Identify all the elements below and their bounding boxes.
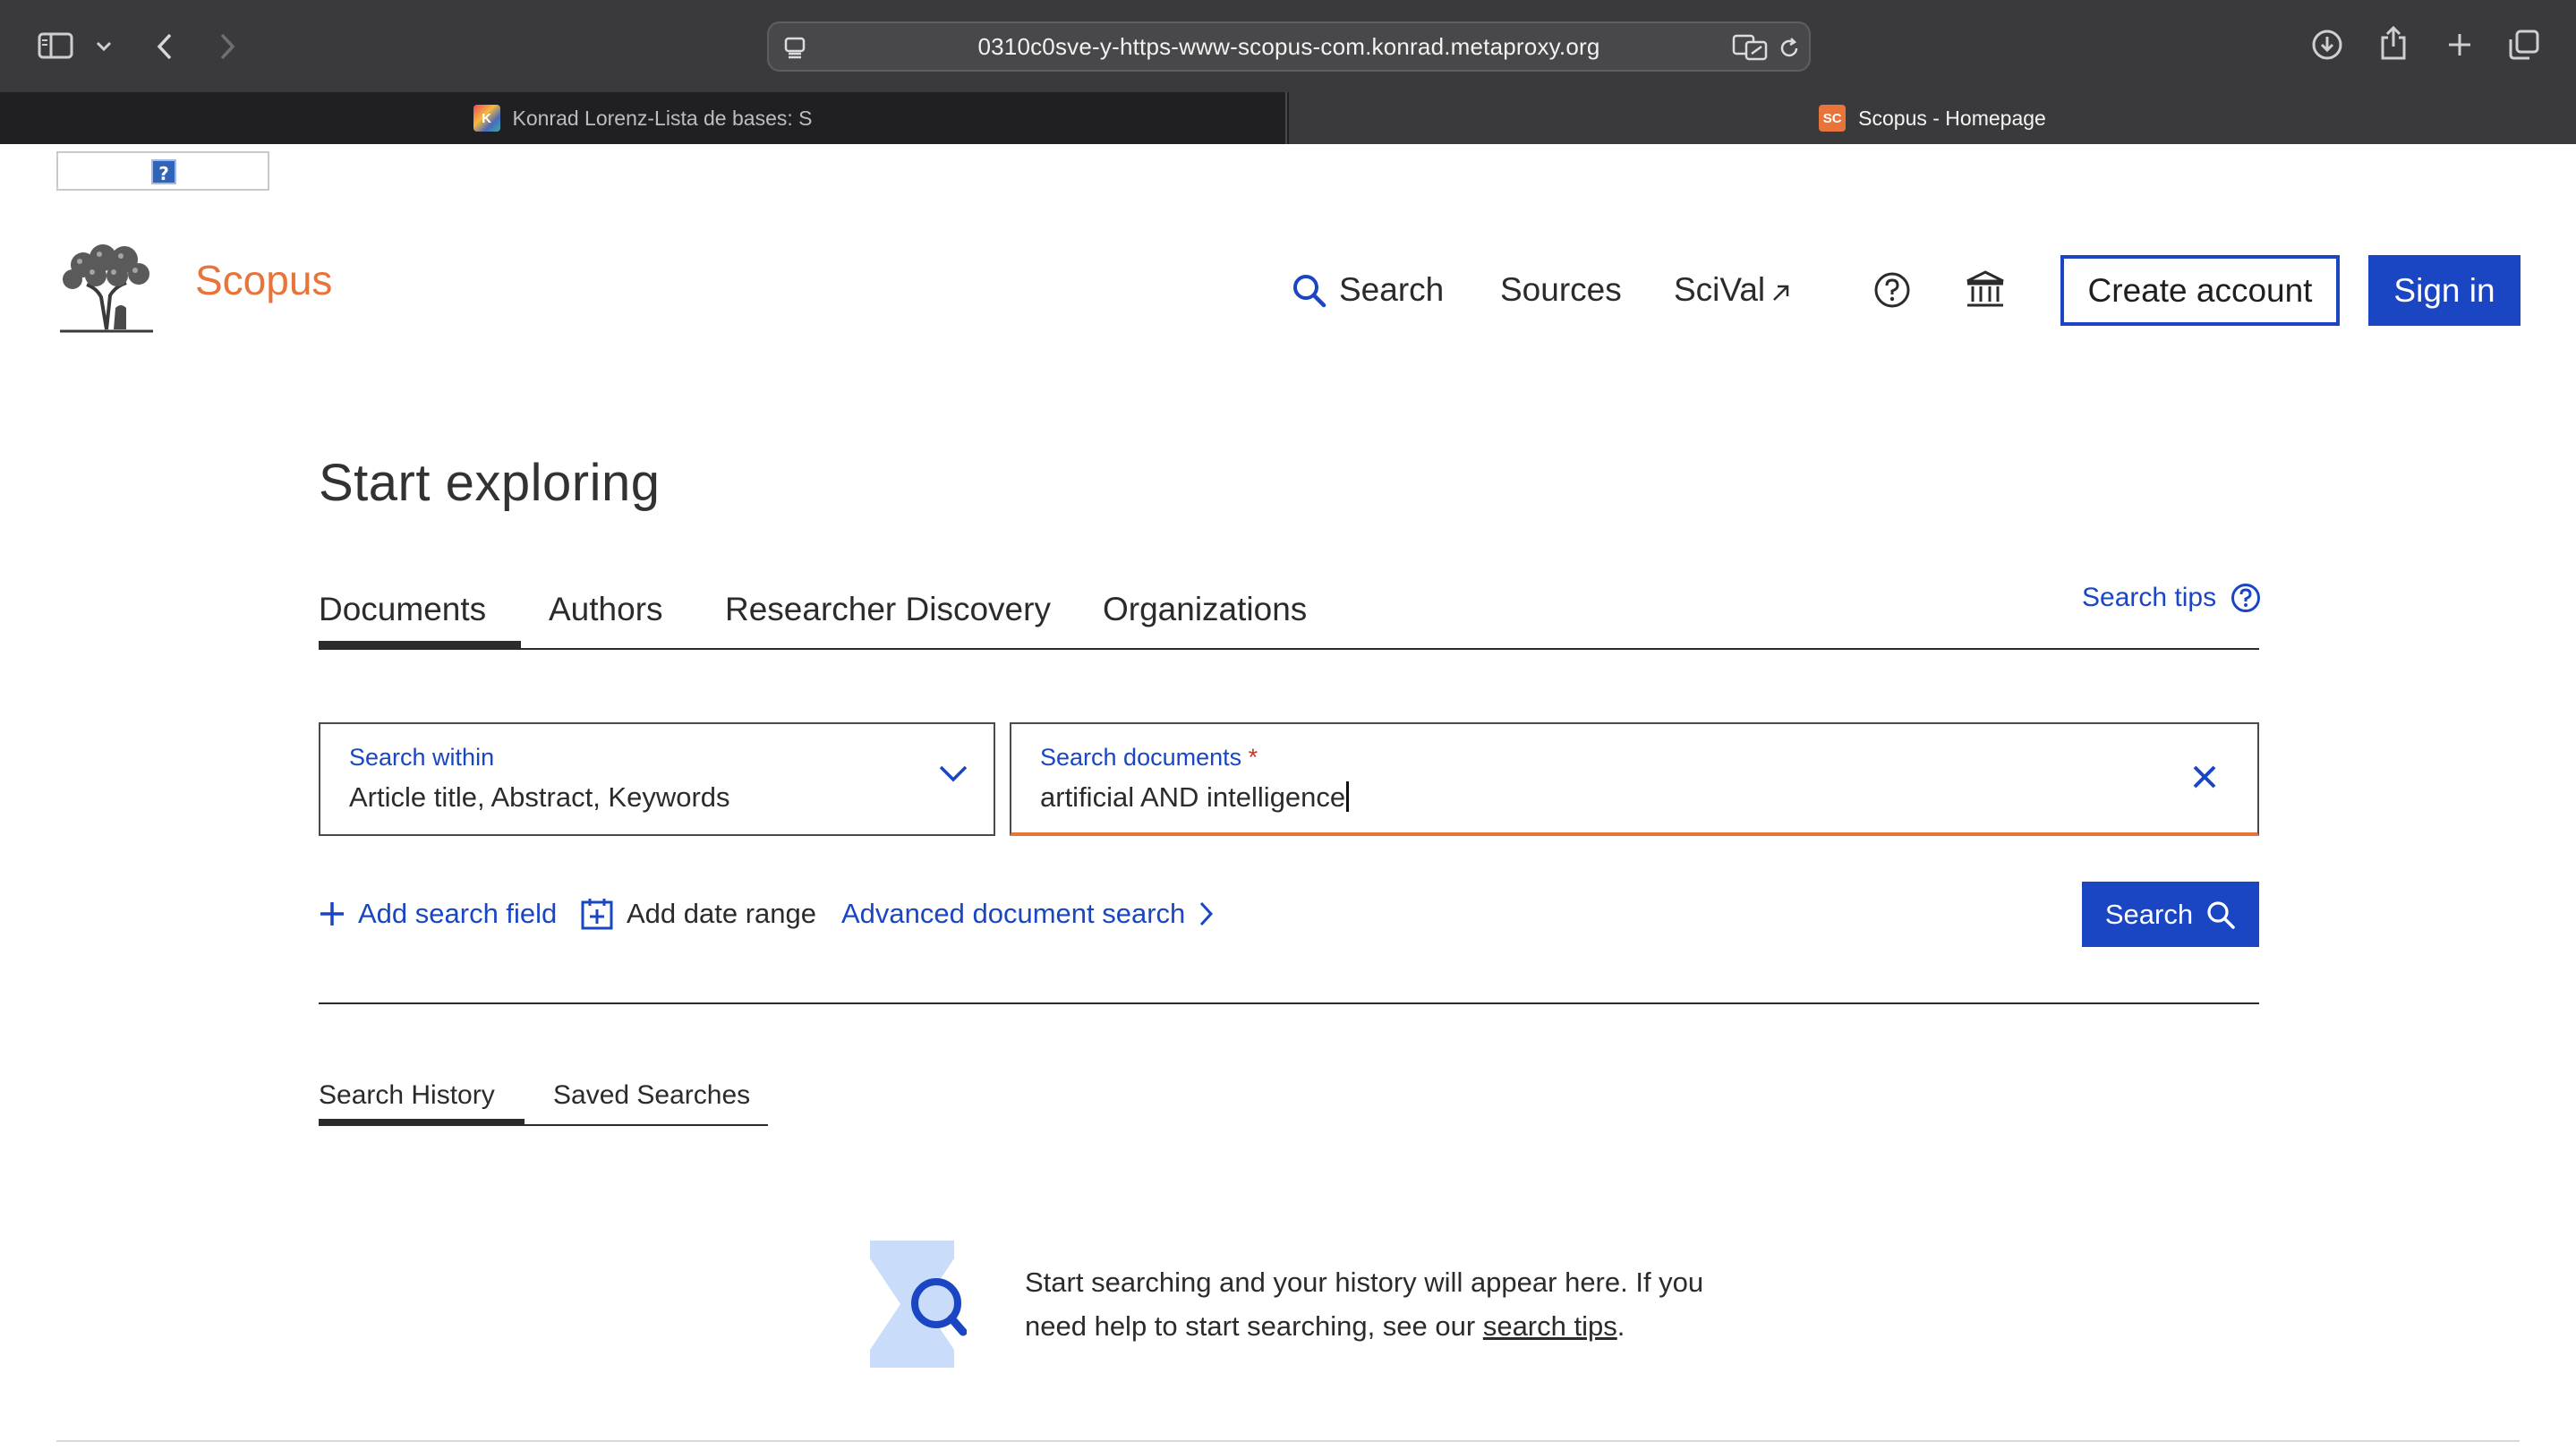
browser-tab-label: Scopus - Homepage [1858,106,2046,130]
advanced-search-label: Advanced document search [841,898,1186,929]
download-icon[interactable] [2309,27,2345,63]
search-documents-value: artificial AND intelligence [1040,781,1350,814]
nav-scival-label: SciVal [1674,271,1766,308]
chevron-down-icon[interactable] [93,36,115,57]
back-icon[interactable] [150,29,179,64]
chevron-right-icon [1198,900,1214,927]
institution-icon[interactable] [1962,267,2009,313]
nav-search[interactable]: Search [1291,265,1444,315]
search-icon [2205,900,2236,930]
share-icon[interactable] [2377,23,2410,63]
search-within-select[interactable]: Search within Article title, Abstract, K… [319,722,995,836]
nav-scival[interactable]: SciVal [1674,265,1792,315]
translate-icon[interactable] [1732,32,1768,63]
nav-sources[interactable]: Sources [1500,265,1622,315]
sign-in-button[interactable]: Sign in [2368,255,2521,326]
history-tabs: Search History Saved Searches [319,1074,768,1126]
url-text: 0310c0sve-y-https-www-scopus-com.konrad.… [977,33,1600,60]
tab-overview-icon[interactable] [2506,27,2542,63]
search-icon [1291,272,1326,308]
tab-search-history[interactable]: Search History [319,1074,525,1124]
add-date-range-label: Add date range [627,898,817,929]
broken-image-icon: ? [151,159,176,184]
forward-icon[interactable] [213,29,242,64]
add-date-range-button[interactable]: Add date range [580,891,816,936]
scopus-brand[interactable]: Scopus [195,256,332,304]
browser-toolbar: 0310c0sve-y-https-www-scopus-com.konrad.… [0,0,2576,92]
calendar-plus-icon [580,897,614,931]
help-circle-icon [2231,583,2261,613]
browser-tab-konrad[interactable]: K Konrad Lorenz-Lista de bases: S [0,92,1287,144]
advanced-document-search-link[interactable]: Advanced document search [841,891,1214,936]
search-within-value: Article title, Abstract, Keywords [349,781,730,813]
empty-history-illustration [868,1239,968,1369]
create-account-button[interactable]: Create account [2060,255,2340,326]
search-tips-link[interactable]: Search tips [2082,578,2261,618]
search-type-tabs: Documents Authors Researcher Discovery O… [319,582,2259,650]
tab-documents[interactable]: Documents [319,582,521,648]
tab-researcher-discovery[interactable]: Researcher Discovery [725,582,1051,648]
search-tips-label: Search tips [2082,583,2217,612]
search-button-label: Search [2104,898,2194,930]
new-tab-icon[interactable] [2444,29,2476,61]
page-title: Start exploring [319,454,661,512]
browser-tab-label: Konrad Lorenz-Lista de bases: S [512,106,813,130]
external-link-icon [1770,282,1792,303]
address-bar[interactable]: 0310c0sve-y-https-www-scopus-com.konrad.… [767,21,1811,72]
help-icon[interactable] [1869,267,1915,313]
close-icon[interactable] [2191,763,2218,794]
add-search-field-button[interactable]: Add search field [319,891,557,936]
chevron-down-icon [938,763,968,787]
tab-saved-searches[interactable]: Saved Searches [553,1074,750,1124]
required-mark: * [1248,744,1258,771]
plus-icon [319,900,345,927]
konrad-favicon-icon: K [473,105,500,132]
tab-organizations[interactable]: Organizations [1103,582,1307,648]
text-cursor [1346,781,1350,812]
search-documents-input[interactable]: Search documents * artificial AND intell… [1010,722,2259,836]
elsevier-tree-logo[interactable] [56,243,157,335]
search-within-label: Search within [349,744,495,771]
browser-tab-scopus[interactable]: SC Scopus - Homepage [1289,92,2576,144]
scopus-favicon-icon: SC [1819,105,1847,132]
empty-history-message: Start searching and your history will ap… [1025,1267,1704,1342]
section-divider [319,1002,2259,1004]
broken-image-placeholder: ? [56,151,269,191]
search-documents-label: Search documents * [1040,744,1258,771]
add-search-field-label: Add search field [358,898,558,929]
search-tips-inline-link[interactable]: search tips [1483,1310,1617,1342]
sidebar-icon[interactable] [36,29,75,63]
footer-divider [56,1440,2520,1442]
nav-search-label: Search [1339,271,1445,308]
tab-authors[interactable]: Authors [549,582,663,648]
tab-bar: K Konrad Lorenz-Lista de bases: S SC Sco… [0,92,2576,144]
search-button[interactable]: Search [2082,882,2259,947]
reload-icon[interactable] [1775,34,1804,63]
